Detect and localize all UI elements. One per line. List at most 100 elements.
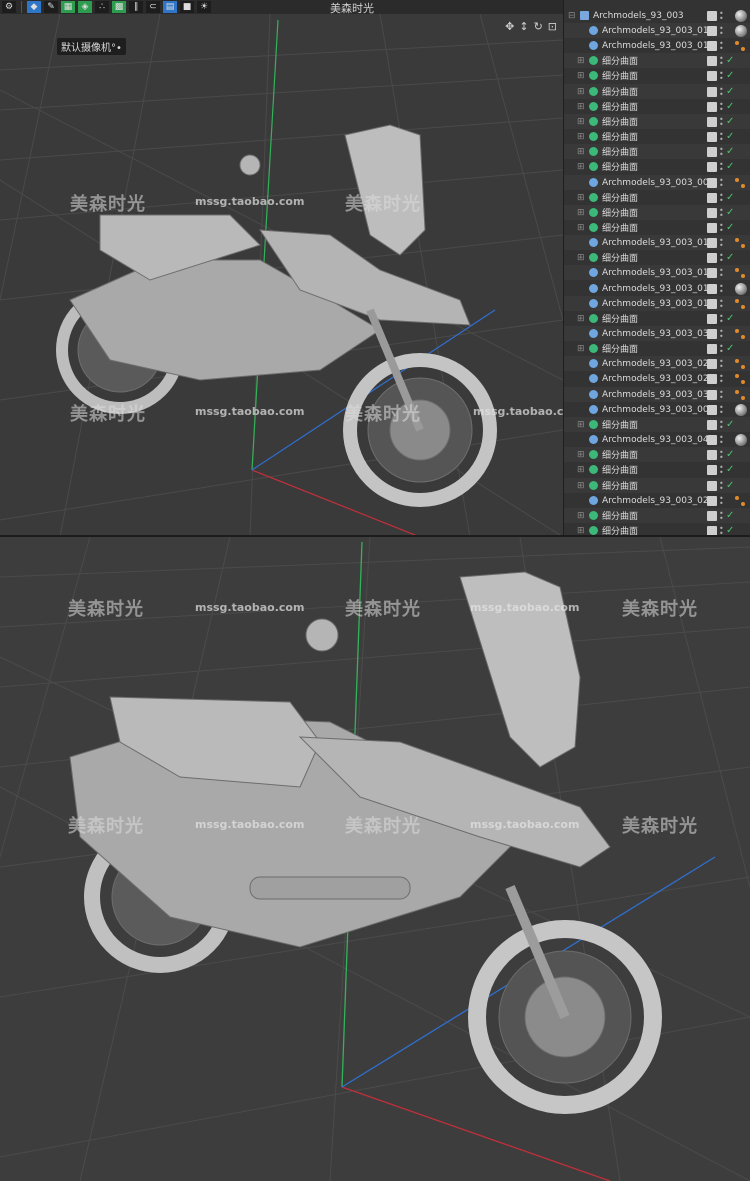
enabled-check-icon[interactable]: ✓	[726, 449, 734, 460]
tree-expand-icon[interactable]: ⊞	[577, 465, 585, 475]
tree-expand-icon[interactable]: ⊞	[577, 56, 585, 66]
enabled-check-icon[interactable]: ✓	[726, 86, 734, 97]
rotate-icon[interactable]: ↻	[534, 20, 543, 33]
tree-expand-icon[interactable]: ⊞	[577, 162, 585, 172]
visibility-dots-icon[interactable]: • •	[719, 448, 724, 461]
visibility-dots-icon[interactable]: • •	[719, 251, 724, 264]
visibility-dots-icon[interactable]: • •	[719, 418, 724, 431]
edit-icon[interactable]	[707, 131, 717, 142]
edit-icon[interactable]	[707, 10, 717, 21]
maximize-icon[interactable]: ⊡	[548, 20, 557, 33]
move-icon[interactable]: ✥	[505, 20, 514, 33]
tree-expand-icon[interactable]: ⊞	[577, 450, 585, 460]
material-sphere-icon[interactable]	[735, 403, 747, 416]
cube-icon[interactable]: ◆	[27, 1, 41, 13]
object-row[interactable]: Archmodels_93_003_027 • •	[564, 493, 750, 508]
camera-icon[interactable]: ■	[180, 1, 194, 13]
material-tag-icon[interactable]	[735, 389, 745, 400]
visibility-dots-icon[interactable]: • •	[719, 524, 724, 537]
floor-icon[interactable]: ▤	[163, 1, 177, 13]
edit-icon[interactable]	[707, 328, 717, 339]
visibility-dots-icon[interactable]: • •	[719, 282, 724, 295]
enabled-check-icon[interactable]: ✓	[726, 192, 734, 203]
object-row[interactable]: ⊞ 细分曲面 • • ✓	[564, 68, 750, 83]
tree-expand-icon[interactable]: ⊞	[577, 481, 585, 491]
enabled-check-icon[interactable]: ✓	[726, 207, 734, 218]
material-tag-icon[interactable]	[735, 328, 745, 339]
object-row[interactable]: Archmodels_93_003_013 • •	[564, 281, 750, 296]
enabled-check-icon[interactable]: ✓	[726, 480, 734, 491]
pen-icon[interactable]: ✎	[44, 1, 58, 13]
material-tag-icon[interactable]	[735, 177, 745, 188]
object-row[interactable]: Archmodels_93_003_016 • •	[564, 38, 750, 53]
object-row[interactable]: ⊞ 细分曲面 • • ✓	[564, 205, 750, 220]
object-row[interactable]: Archmodels_93_003_031 • •	[564, 387, 750, 402]
material-sphere-icon[interactable]	[735, 433, 747, 446]
object-row[interactable]: Archmodels_93_003_038 • •	[564, 326, 750, 341]
material-tag-icon[interactable]	[735, 495, 745, 506]
visibility-dots-icon[interactable]: • •	[719, 69, 724, 82]
edit-icon[interactable]	[707, 222, 717, 233]
edit-icon[interactable]	[707, 237, 717, 248]
object-row[interactable]: Archmodels_93_003_024 • •	[564, 356, 750, 371]
object-row[interactable]: ⊞ 细分曲面 • • ✓	[564, 84, 750, 99]
edit-icon[interactable]	[707, 192, 717, 203]
visibility-dots-icon[interactable]: • •	[719, 342, 724, 355]
visibility-dots-icon[interactable]: • •	[719, 479, 724, 492]
edit-icon[interactable]	[707, 480, 717, 491]
visibility-dots-icon[interactable]: • •	[719, 312, 724, 325]
visibility-dots-icon[interactable]: • •	[719, 206, 724, 219]
edit-icon[interactable]	[707, 313, 717, 324]
edit-icon[interactable]	[707, 70, 717, 81]
object-row[interactable]: ⊞ 细分曲面 • • ✓	[564, 190, 750, 205]
object-row[interactable]: Archmodels_93_003_022 • •	[564, 371, 750, 386]
object-row[interactable]: ⊞ 细分曲面 • • ✓	[564, 341, 750, 356]
object-row[interactable]: ⊞ 细分曲面 • • ✓	[564, 99, 750, 114]
edit-icon[interactable]	[707, 25, 717, 36]
enabled-check-icon[interactable]: ✓	[726, 101, 734, 112]
edit-icon[interactable]	[707, 267, 717, 278]
object-row[interactable]: Archmodels_93_003_049 • •	[564, 432, 750, 447]
object-row[interactable]: ⊞ 细分曲面 • • ✓	[564, 114, 750, 129]
object-row[interactable]: Archmodels_93_003_011 • •	[564, 235, 750, 250]
edit-icon[interactable]	[707, 86, 717, 97]
tree-expand-icon[interactable]: ⊞	[577, 253, 585, 263]
visibility-dots-icon[interactable]: • •	[719, 39, 724, 52]
visibility-dots-icon[interactable]: • •	[719, 403, 724, 416]
enabled-check-icon[interactable]: ✓	[726, 510, 734, 521]
visibility-dots-icon[interactable]: • •	[719, 433, 724, 446]
object-row[interactable]: ⊞ 细分曲面 • • ✓	[564, 447, 750, 462]
visibility-dots-icon[interactable]: • •	[719, 509, 724, 522]
light-icon[interactable]: ☀	[197, 1, 211, 13]
edit-icon[interactable]	[707, 404, 717, 415]
tree-expand-icon[interactable]: ⊞	[577, 526, 585, 536]
visibility-dots-icon[interactable]: • •	[719, 266, 724, 279]
enabled-check-icon[interactable]: ✓	[726, 146, 734, 157]
edit-icon[interactable]	[707, 283, 717, 294]
visibility-dots-icon[interactable]: • •	[719, 357, 724, 370]
field-icon[interactable]: ∥	[129, 1, 143, 13]
material-tag-icon[interactable]	[735, 373, 745, 384]
enabled-check-icon[interactable]: ✓	[726, 419, 734, 430]
object-row[interactable]: ⊞ 细分曲面 • • ✓	[564, 462, 750, 477]
material-tag-icon[interactable]	[735, 267, 745, 278]
object-row[interactable]: ⊞ 细分曲面 • • ✓	[564, 159, 750, 174]
tree-expand-icon[interactable]: ⊞	[577, 132, 585, 142]
tree-expand-icon[interactable]: ⊞	[577, 314, 585, 324]
tree-expand-icon[interactable]: ⊞	[577, 420, 585, 430]
enabled-check-icon[interactable]: ✓	[726, 131, 734, 142]
material-tag-icon[interactable]	[735, 298, 745, 309]
object-row[interactable]: ⊞ 细分曲面 • • ✓	[564, 478, 750, 493]
enabled-check-icon[interactable]: ✓	[726, 70, 734, 81]
object-row[interactable]: ⊞ 细分曲面 • • ✓	[564, 250, 750, 265]
enabled-check-icon[interactable]: ✓	[726, 161, 734, 172]
material-tag-icon[interactable]	[735, 40, 745, 51]
tree-expand-icon[interactable]: ⊞	[577, 147, 585, 157]
object-row[interactable]: ⊞ 细分曲面 • • ✓	[564, 508, 750, 523]
tree-expand-icon[interactable]: ⊞	[577, 71, 585, 81]
zoom-icon[interactable]: ↕	[519, 20, 528, 33]
visibility-dots-icon[interactable]: • •	[719, 24, 724, 37]
visibility-dots-icon[interactable]: • •	[719, 236, 724, 249]
tree-expand-icon[interactable]: ⊞	[577, 223, 585, 233]
visibility-dots-icon[interactable]: • •	[719, 145, 724, 158]
